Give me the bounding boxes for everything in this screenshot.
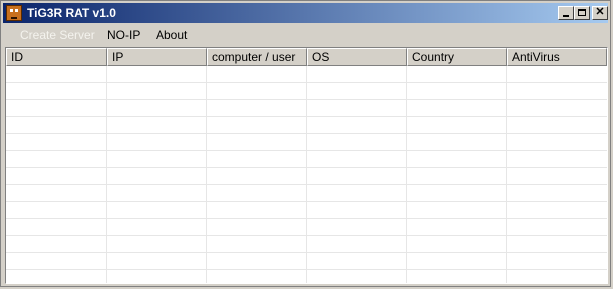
tiger-app-icon[interactable] — [6, 5, 22, 21]
window-title: TiG3R RAT v1.0 — [27, 6, 116, 20]
menu-about[interactable]: About — [156, 28, 187, 42]
menu-bar: Create Server NO-IP About — [3, 25, 608, 45]
column-header-country[interactable]: Country — [407, 48, 507, 66]
column-header-ip[interactable]: IP — [107, 48, 207, 66]
list-body[interactable] — [6, 66, 607, 283]
column-gridline — [506, 66, 507, 283]
maximize-button[interactable] — [574, 6, 590, 20]
column-gridline — [306, 66, 307, 283]
main-window: TiG3R RAT v1.0 ✕ Create Server NO-IP Abo… — [0, 0, 611, 287]
title-bar[interactable]: TiG3R RAT v1.0 ✕ — [3, 3, 608, 23]
maximize-icon — [578, 9, 586, 16]
close-button[interactable]: ✕ — [592, 6, 608, 20]
column-gridline — [406, 66, 407, 283]
column-header-id[interactable]: ID — [6, 48, 107, 66]
minimize-icon — [563, 15, 569, 17]
column-gridline — [206, 66, 207, 283]
minimize-button[interactable] — [558, 6, 574, 20]
list-header: ID IP computer / user OS Country AntiVir… — [6, 48, 607, 66]
menu-create-server[interactable]: Create Server — [20, 28, 95, 42]
column-header-os[interactable]: OS — [307, 48, 407, 66]
column-header-antivirus[interactable]: AntiVirus — [507, 48, 607, 66]
column-gridline — [106, 66, 107, 283]
column-header-computer-user[interactable]: computer / user — [207, 48, 307, 66]
clients-list[interactable]: ID IP computer / user OS Country AntiVir… — [5, 47, 608, 284]
menu-no-ip[interactable]: NO-IP — [107, 28, 140, 42]
close-icon: ✕ — [595, 6, 605, 18]
